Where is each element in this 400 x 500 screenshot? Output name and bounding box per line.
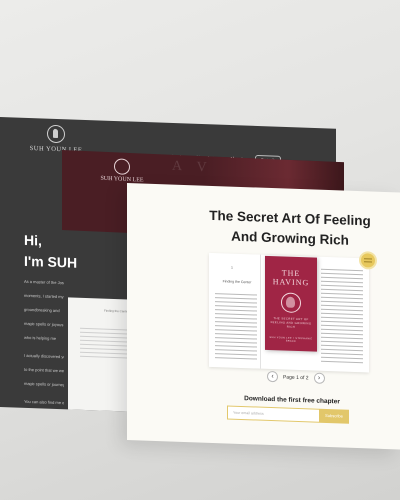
text-line	[321, 348, 363, 352]
badge-line	[364, 261, 372, 263]
showcase-canvas: SUH YOUN LEE Books Newsletter About Sear…	[0, 0, 400, 500]
body-line: moments, I started my	[24, 292, 64, 300]
text-line	[321, 344, 363, 348]
portrait-medallion-icon	[281, 292, 301, 314]
text-line	[215, 321, 257, 324]
hero-body: As a master of the Jose moments, I start…	[24, 278, 64, 413]
text-line	[321, 356, 363, 360]
portrait-medallion-icon	[114, 158, 130, 175]
text-line	[321, 300, 363, 304]
text-line	[215, 357, 257, 360]
body-line: I actually discovered you	[24, 352, 64, 360]
book-cover[interactable]: THE HAVING THE SECRET ART OF FEELING AND…	[265, 255, 317, 352]
text-line	[321, 312, 363, 316]
hero-greeting: Hi,	[24, 231, 42, 249]
page-pager: ‹ Page 1 of 2 ›	[267, 370, 325, 384]
text-line	[321, 268, 363, 272]
text-line	[321, 288, 363, 292]
body-line: to the point that we were	[24, 366, 64, 374]
text-line	[321, 280, 363, 284]
cover-subtitle: THE SECRET ART OF FEELING AND GROWING RI…	[270, 316, 312, 329]
text-line	[321, 296, 363, 300]
page-title: The Secret Art Of Feeling And Growing Ri…	[209, 207, 371, 248]
text-line	[80, 331, 130, 335]
text-line	[321, 360, 363, 364]
text-line	[215, 333, 257, 336]
book-spread: 1 Finding the Center THE HAVING THE SECR…	[209, 252, 369, 373]
body-line: magic spells or journey	[24, 380, 64, 388]
text-line	[215, 325, 257, 328]
text-line	[215, 309, 257, 312]
body-line: groundbreaking and	[24, 306, 60, 314]
hero-name: I'm SUH	[24, 252, 78, 271]
body-line: who is helping me	[24, 334, 57, 341]
text-line	[215, 353, 257, 356]
text-line	[321, 352, 363, 356]
text-line	[215, 341, 257, 344]
chapter-title: Finding the Center	[222, 279, 252, 285]
chapter-heading: Finding the Center	[104, 308, 129, 314]
text-line	[215, 337, 257, 340]
text-line	[215, 293, 257, 296]
text-line	[321, 292, 363, 296]
cover-title: THE HAVING	[272, 268, 310, 288]
text-line	[321, 340, 363, 344]
text-line	[80, 335, 130, 339]
text-line	[215, 301, 257, 304]
site-logo[interactable]: SUH YOUN LEE	[92, 157, 152, 184]
text-line	[321, 284, 363, 288]
text-line	[321, 272, 363, 276]
watermark-text: A V	[172, 158, 213, 176]
text-line	[321, 316, 363, 320]
text-line	[80, 339, 130, 343]
text-line	[215, 313, 257, 316]
subscribe-button[interactable]: Subscribe	[319, 408, 349, 424]
text-line	[321, 308, 363, 312]
body-line: As a master of the Jose	[24, 278, 64, 286]
text-line	[321, 332, 363, 336]
text-line	[215, 345, 257, 348]
text-line	[321, 328, 363, 332]
body-line: magic spells or joyous	[24, 320, 64, 328]
text-line	[80, 343, 130, 347]
text-line	[215, 305, 257, 308]
text-line	[215, 297, 257, 300]
text-line	[321, 324, 363, 328]
page-indicator: Page 1 of 2	[283, 373, 309, 381]
body-line: You can also find me on	[24, 398, 64, 406]
left-page: 1 Finding the Center	[209, 252, 261, 369]
badge-line	[364, 258, 372, 260]
text-line	[321, 336, 363, 340]
chapter-number: 1	[231, 265, 233, 270]
subscribe-form: Your email address Subscribe	[227, 405, 349, 424]
text-line	[215, 349, 257, 352]
cta-title: Download the first free chapter	[244, 395, 340, 406]
text-line	[80, 347, 130, 351]
text-line	[321, 304, 363, 308]
book-landing-page: The Secret Art Of Feeling And Growing Ri…	[127, 183, 400, 450]
chevron-left-icon[interactable]: ‹	[267, 370, 278, 383]
site-logo[interactable]: SUH YOUN LEE	[24, 124, 88, 154]
cover-author: SUH YOUN LEE • STEPHANIE BRACK	[269, 335, 313, 343]
portrait-medallion-icon	[47, 124, 65, 144]
text-line	[321, 276, 363, 280]
text-line	[80, 327, 130, 331]
seal-badge-icon	[361, 253, 375, 268]
text-line	[215, 329, 257, 332]
text-line	[321, 320, 363, 324]
text-line	[80, 351, 130, 355]
text-line	[215, 317, 257, 320]
text-line	[80, 355, 130, 359]
email-field[interactable]: Your email address	[227, 405, 319, 423]
chevron-right-icon[interactable]: ›	[313, 372, 325, 384]
